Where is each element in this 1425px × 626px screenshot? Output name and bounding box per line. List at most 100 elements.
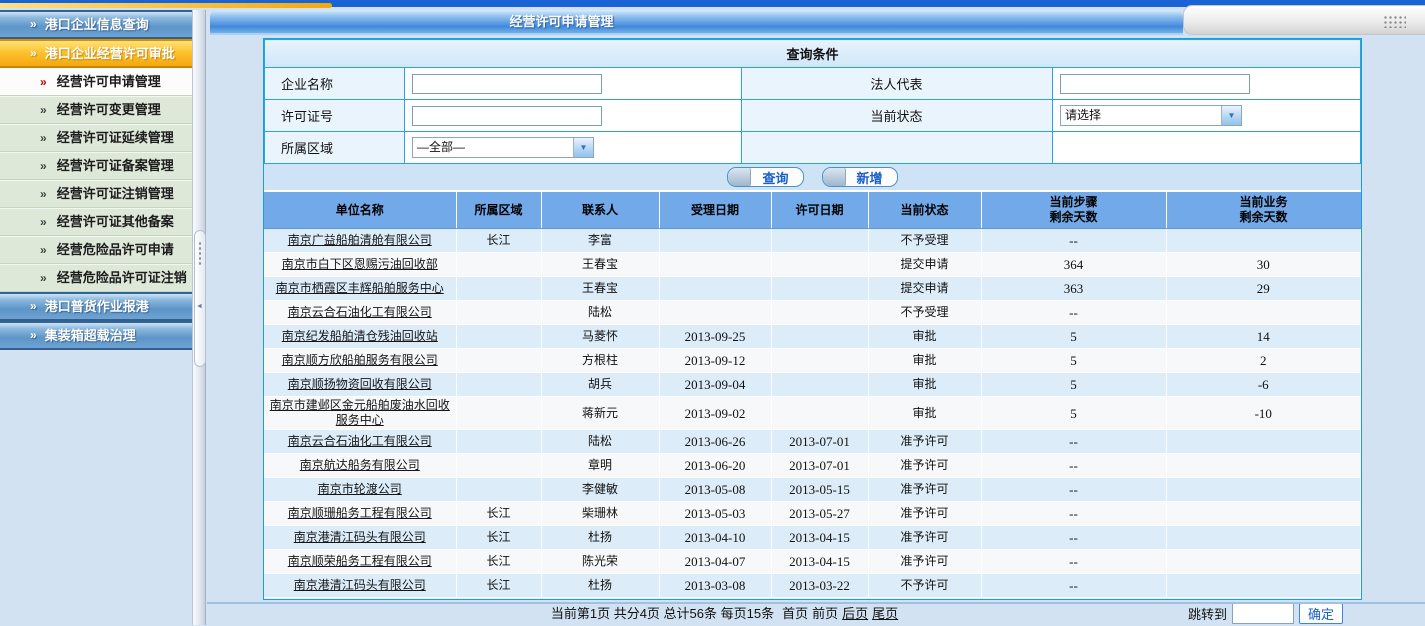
region-cell	[456, 325, 541, 349]
contact-cell: 蒋新元	[541, 397, 659, 430]
splitter-collapse-arrow-icon[interactable]: ◄	[196, 303, 203, 310]
license-no-input[interactable]	[412, 106, 602, 126]
company-link[interactable]: 南京港清江码头有限公司	[294, 530, 426, 544]
splitter-handle[interactable]: ◄	[194, 230, 206, 367]
company-link[interactable]: 南京顺荣船务工程有限公司	[288, 554, 432, 568]
company-link[interactable]: 南京云合石油化工有限公司	[288, 434, 432, 448]
sidebar-item[interactable]: »经营许可证备案管理	[0, 152, 192, 180]
sidebar-item-label: 港口普货作业报港	[45, 294, 149, 319]
region-cell	[456, 373, 541, 397]
status-cell: 审批	[868, 373, 981, 397]
results-table: 单位名称所属区域联系人受理日期许可日期当前状态当前步骤 剩余天数当前业务 剩余天…	[264, 192, 1361, 598]
accept-date-cell: 2013-09-04	[659, 373, 771, 397]
sidebar-group-header[interactable]: »集装箱超载治理	[0, 321, 192, 350]
company-cell: 南京港清江码头有限公司	[264, 526, 456, 550]
accept-date-cell: 2013-05-03	[659, 502, 771, 526]
accept-date-cell: 2013-04-10	[659, 526, 771, 550]
license-date-cell: 2013-05-15	[771, 478, 868, 502]
add-button[interactable]: 新增	[822, 167, 898, 187]
company-link[interactable]: 南京广益船舶清舱有限公司	[288, 233, 432, 247]
sidebar-item-label: 经营危险品许可证注销	[57, 265, 187, 291]
dropdown-arrow-icon[interactable]: ▼	[1221, 106, 1241, 125]
legal-rep-label: 法人代表	[742, 68, 1053, 100]
step-days-cell: --	[981, 502, 1166, 526]
region-cell	[456, 397, 541, 430]
sidebar-group-header[interactable]: »港口企业信息查询	[0, 10, 192, 39]
license-date-cell	[771, 349, 868, 373]
menu-item-arrow-icon: »	[40, 181, 45, 207]
sidebar-item-label: 经营许可申请管理	[57, 69, 161, 95]
region-select[interactable]: —全部— ▼	[412, 137, 594, 158]
company-cell: 南京航达船务有限公司	[264, 454, 456, 478]
company-link[interactable]: 南京市建邺区金元船舶废油水回收服务中心	[270, 398, 450, 427]
menu-item-arrow-icon: »	[40, 69, 45, 95]
sidebar-item[interactable]: » 经营许可申请管理	[0, 68, 192, 96]
accept-date-cell: 2013-05-08	[659, 478, 771, 502]
menu-group-arrow-icon: »	[30, 41, 35, 66]
page-nav-link[interactable]: 后页	[842, 606, 868, 621]
step-days-cell: --	[981, 229, 1166, 253]
content-panel: 查询条件 企业名称 法人代表 许可证号 当前状态 请选择 ▼ 所属区域 —全部—	[263, 38, 1362, 600]
sidebar-item[interactable]: »经营许可证其他备案	[0, 208, 192, 236]
sidebar-splitter[interactable]: ◄	[192, 10, 206, 625]
accept-date-cell: 2013-09-12	[659, 349, 771, 373]
gold-accent-band	[0, 3, 332, 8]
top-right-panel-tab	[1183, 5, 1425, 35]
region-cell	[456, 478, 541, 502]
company-name-input[interactable]	[412, 74, 602, 94]
sidebar-item[interactable]: »经营危险品许可申请	[0, 236, 192, 264]
contact-cell: 方根柱	[541, 349, 659, 373]
sidebar-item[interactable]: »经营许可变更管理	[0, 96, 192, 124]
form-actions: 查询 新增	[264, 164, 1361, 190]
company-cell: 南京顺珊船务工程有限公司	[264, 502, 456, 526]
company-link[interactable]: 南京纪发船舶清仓残油回收站	[282, 329, 438, 343]
status-select[interactable]: 请选择 ▼	[1060, 105, 1242, 126]
sidebar-item[interactable]: »经营危险品许可证注销	[0, 264, 192, 292]
company-link[interactable]: 南京市白下区恩赐污油回收部	[282, 257, 438, 271]
biz-days-cell	[1166, 301, 1361, 325]
step-days-cell: 363	[981, 277, 1166, 301]
status-cell: 不予许可	[868, 574, 981, 598]
table-row: 南京市建邺区金元船舶废油水回收服务中心蒋新元2013-09-02审批5-10	[264, 397, 1361, 430]
table-row: 南京航达船务有限公司章明2013-06-202013-07-01准予许可--	[264, 454, 1361, 478]
dropdown-arrow-icon[interactable]: ▼	[573, 138, 593, 157]
company-link[interactable]: 南京市栖霞区丰辉船舶服务中心	[276, 281, 444, 295]
company-cell: 南京云合石油化工有限公司	[264, 430, 456, 454]
sidebar-group-header[interactable]: »港口普货作业报港	[0, 292, 192, 321]
company-link[interactable]: 南京航达船务有限公司	[300, 458, 420, 472]
company-link[interactable]: 南京顺方欣船舶服务有限公司	[282, 353, 438, 367]
company-link[interactable]: 南京顺扬物资回收有限公司	[288, 377, 432, 391]
step-days-cell: --	[981, 301, 1166, 325]
table-row: 南京顺珊船务工程有限公司长江柴珊林2013-05-032013-05-27准予许…	[264, 502, 1361, 526]
status-cell: 提交申请	[868, 253, 981, 277]
company-link[interactable]: 南京港清江码头有限公司	[294, 578, 426, 592]
company-link[interactable]: 南京顺珊船务工程有限公司	[288, 506, 432, 520]
contact-cell: 胡兵	[541, 373, 659, 397]
status-cell: 审批	[868, 397, 981, 430]
sidebar-group-header[interactable]: » 港口企业经营许可审批	[0, 39, 192, 68]
jump-confirm-button[interactable]: 确定	[1299, 603, 1343, 624]
sidebar-item[interactable]: »经营许可证延续管理	[0, 124, 192, 152]
jump-page-input[interactable]	[1232, 602, 1294, 624]
accept-date-cell	[659, 301, 771, 325]
company-link[interactable]: 南京市轮渡公司	[318, 482, 402, 496]
accept-date-cell: 2013-09-02	[659, 397, 771, 430]
status-cell: 审批	[868, 349, 981, 373]
table-row: 南京广益船舶清舱有限公司长江李富不予受理--	[264, 229, 1361, 253]
license-date-cell	[771, 373, 868, 397]
sidebar-item[interactable]: »经营许可证注销管理	[0, 180, 192, 208]
region-cell	[456, 454, 541, 478]
search-button[interactable]: 查询	[727, 167, 803, 187]
bottom-divider	[207, 602, 1425, 604]
company-link[interactable]: 南京云合石油化工有限公司	[288, 305, 432, 319]
status-cell: 准予许可	[868, 478, 981, 502]
menu-item-arrow-icon: »	[40, 237, 45, 263]
drag-grip-icon[interactable]	[1383, 15, 1406, 28]
sidebar-item-label: 港口企业经营许可审批	[45, 41, 175, 66]
page-nav-link[interactable]: 尾页	[872, 606, 898, 621]
legal-rep-input[interactable]	[1060, 74, 1250, 94]
query-form: 查询条件 企业名称 法人代表 许可证号 当前状态 请选择 ▼ 所属区域 —全部—	[264, 39, 1361, 164]
contact-cell: 柴珊林	[541, 502, 659, 526]
contact-cell: 李健敏	[541, 478, 659, 502]
sidebar-item-label: 经营许可变更管理	[57, 97, 161, 123]
